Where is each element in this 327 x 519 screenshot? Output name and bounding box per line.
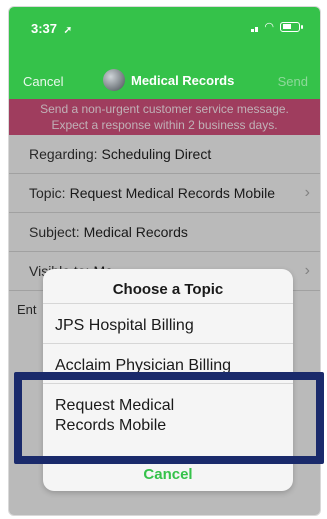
nav-cancel-button[interactable]: Cancel (23, 74, 63, 89)
time-text: 3:37 (31, 21, 58, 36)
nav-bar: Cancel Medical Records Send (9, 65, 320, 95)
battery-icon (280, 21, 303, 32)
nav-title: Medical Records (103, 69, 234, 91)
send-button[interactable]: Send (278, 74, 308, 89)
signal-icon (251, 22, 259, 32)
wifi-icon: ◠ (264, 21, 274, 33)
nav-title-text: Medical Records (131, 72, 235, 88)
status-bar: 3:37 ➚ ◠ (9, 7, 320, 47)
highlight-box (14, 372, 324, 464)
location-arrow-icon: ➚ (63, 25, 73, 36)
avatar (103, 69, 125, 91)
header: 3:37 ➚ ◠ Cancel Medical Records Send (9, 7, 320, 99)
topic-option-jps-billing[interactable]: JPS Hospital Billing (43, 303, 293, 343)
status-time: 3:37 ➚ (31, 21, 72, 36)
dialog-title: Choose a Topic (112, 281, 224, 298)
status-indicators: ◠ (251, 20, 303, 33)
